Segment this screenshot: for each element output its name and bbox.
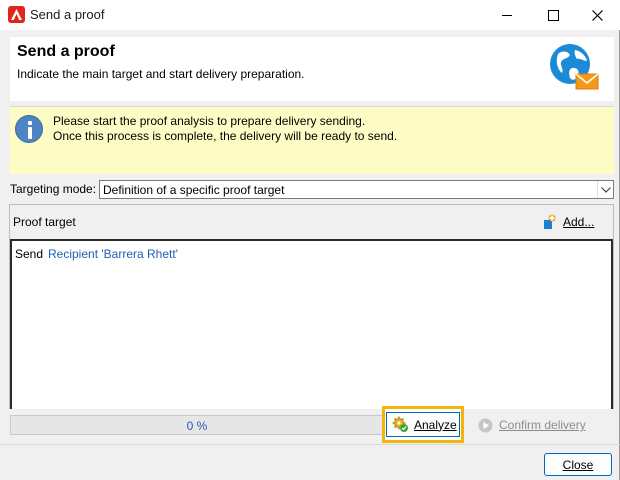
maximize-icon: [547, 9, 559, 21]
analyze-button-label: Analyze: [414, 417, 457, 432]
adobe-app-icon: [8, 6, 25, 23]
add-recipient-icon: [544, 214, 556, 229]
progress-text: 0 %: [186, 419, 208, 433]
info-message-line-1: Please start the proof analysis to prepa…: [53, 114, 366, 128]
close-button-label: Close: [562, 457, 594, 472]
targeting-mode-label: Targeting mode:: [10, 182, 97, 196]
recipient-link[interactable]: Recipient 'Barrera Rhett': [48, 247, 178, 261]
info-message-line-2: Once this process is complete, the deliv…: [53, 129, 398, 143]
globe-mail-icon: [550, 44, 599, 90]
info-banner: Please start the proof analysis to prepa…: [10, 106, 614, 174]
add-button-label: Add...: [563, 215, 595, 229]
footer-divider: [0, 444, 620, 445]
chevron-down-icon[interactable]: [597, 181, 613, 198]
targeting-mode-select[interactable]: Definition of a specific proof target: [99, 180, 614, 199]
proof-target-panel: Proof target Add... Send Recipient 'Barr…: [9, 204, 614, 409]
analyze-gear-icon: [392, 416, 408, 432]
proof-target-header: Proof target Add...: [10, 205, 613, 238]
proof-target-content[interactable]: Send Recipient 'Barrera Rhett': [10, 239, 613, 409]
header-subtitle: Indicate the main target and start deliv…: [17, 67, 305, 81]
progress-bar: 0 %: [10, 415, 384, 435]
confirm-delivery-button[interactable]: Confirm delivery: [478, 415, 586, 435]
confirm-delivery-label: Confirm delivery: [499, 418, 586, 432]
minimize-button[interactable]: [484, 0, 530, 30]
window-title: Send a proof: [30, 7, 105, 22]
header-title: Send a proof: [17, 43, 115, 60]
dialog-header: Send a proof Indicate the main target an…: [10, 37, 614, 101]
minimize-icon: [502, 15, 512, 16]
add-button[interactable]: Add...: [543, 212, 594, 232]
targeting-mode-value: Definition of a specific proof target: [103, 183, 285, 197]
info-icon: [15, 115, 43, 143]
title-bar: Send a proof: [0, 0, 620, 30]
send-label: Send: [15, 247, 44, 261]
close-button[interactable]: Close: [544, 453, 612, 476]
close-window-button[interactable]: [574, 0, 620, 30]
send-proof-dialog: Send a proof Send a proof Indicate the m…: [0, 0, 620, 480]
play-icon: [478, 418, 493, 432]
proof-target-label: Proof target: [13, 215, 76, 229]
close-icon: [591, 9, 603, 21]
maximize-button[interactable]: [530, 0, 576, 30]
analyze-button[interactable]: Analyze: [386, 412, 460, 437]
